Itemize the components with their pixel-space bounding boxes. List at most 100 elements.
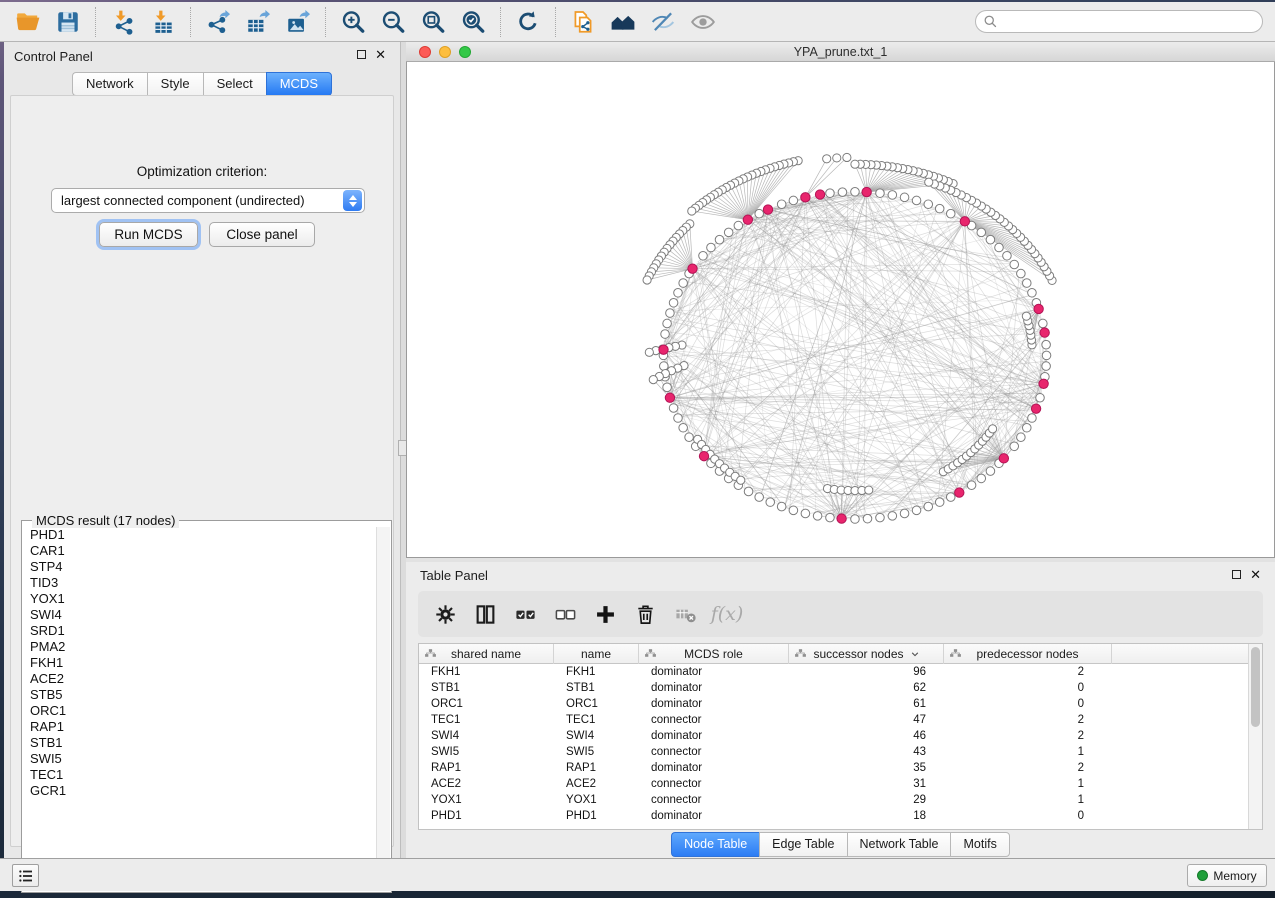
cell: 0 bbox=[944, 696, 1084, 712]
cell: dominator bbox=[651, 680, 787, 696]
mcds-result-item[interactable]: PHD1 bbox=[23, 527, 376, 543]
memory-button[interactable]: Memory bbox=[1187, 864, 1267, 887]
table-row-SWI5[interactable]: SWI5SWI5connector431 bbox=[419, 744, 1249, 760]
tab-style[interactable]: Style bbox=[147, 72, 203, 96]
network-window: YPA_prune.txt_1 bbox=[406, 42, 1275, 558]
show-all-button[interactable] bbox=[683, 6, 723, 38]
mcds-result-item[interactable]: SWI4 bbox=[23, 607, 376, 623]
mcds-result-item[interactable]: ACE2 bbox=[23, 671, 376, 687]
mcds-result-item[interactable]: SWI5 bbox=[23, 751, 376, 767]
open-session-button[interactable] bbox=[8, 6, 48, 38]
network-titlebar[interactable]: YPA_prune.txt_1 bbox=[406, 42, 1275, 62]
table-row-PHD1[interactable]: PHD1PHD1dominator180 bbox=[419, 808, 1249, 824]
mcds-result-item[interactable]: TID3 bbox=[23, 575, 376, 591]
column-header-name[interactable]: name bbox=[554, 644, 639, 664]
export-network-button[interactable] bbox=[198, 6, 238, 38]
zoom-out-button[interactable] bbox=[373, 6, 413, 38]
table-scrollbar-thumb[interactable] bbox=[1251, 647, 1260, 727]
mcds-result-item[interactable]: RAP1 bbox=[23, 719, 376, 735]
import-network-from-file-button[interactable] bbox=[103, 6, 143, 38]
tab-select[interactable]: Select bbox=[203, 72, 266, 96]
cell: RAP1 bbox=[431, 760, 552, 776]
cell: connector bbox=[651, 792, 787, 808]
mcds-result-item[interactable]: STP4 bbox=[23, 559, 376, 575]
toolbar-separator bbox=[555, 7, 556, 37]
toolbar-separator bbox=[500, 7, 501, 37]
hide-selected-button[interactable] bbox=[643, 6, 683, 38]
export-table-button[interactable] bbox=[238, 6, 278, 38]
cell: SWI5 bbox=[431, 744, 552, 760]
close-table-panel-icon[interactable]: ✕ bbox=[1250, 570, 1261, 579]
export-image-button[interactable] bbox=[278, 6, 318, 38]
mcds-result-item[interactable]: FKH1 bbox=[23, 655, 376, 671]
table-row-ORC1[interactable]: ORC1ORC1dominator610 bbox=[419, 696, 1249, 712]
mcds-list-scrollbar[interactable] bbox=[376, 527, 390, 891]
table-scrollbar[interactable] bbox=[1248, 644, 1262, 829]
close-panel-button[interactable]: Close panel bbox=[209, 222, 315, 247]
select-all-checkboxes-button[interactable] bbox=[508, 597, 542, 631]
update-network-button[interactable] bbox=[508, 6, 548, 38]
unselect-all-checkboxes-icon bbox=[554, 603, 577, 626]
mcds-result-item[interactable]: STB5 bbox=[23, 687, 376, 703]
run-mcds-button[interactable]: Run MCDS bbox=[99, 222, 198, 247]
mcds-tab-content: Optimization criterion: largest connecte… bbox=[10, 95, 394, 847]
column-header-shared-name[interactable]: shared name bbox=[419, 644, 554, 664]
tab-network[interactable]: Network bbox=[72, 72, 147, 96]
add-column-button[interactable] bbox=[588, 597, 622, 631]
mcds-result-item[interactable]: STB1 bbox=[23, 735, 376, 751]
float-panel-icon[interactable] bbox=[357, 50, 366, 59]
cell: 1 bbox=[944, 744, 1084, 760]
cell: TEC1 bbox=[566, 712, 637, 728]
tab-node-table[interactable]: Node Table bbox=[671, 832, 759, 857]
tab-motifs[interactable]: Motifs bbox=[950, 832, 1009, 857]
zoom-in-button[interactable] bbox=[333, 6, 373, 38]
mcds-result-title: MCDS result (17 nodes) bbox=[32, 513, 179, 528]
mcds-result-item[interactable]: PMA2 bbox=[23, 639, 376, 655]
share-network-document-icon bbox=[570, 9, 596, 35]
tab-edge-table[interactable]: Edge Table bbox=[759, 832, 846, 857]
table-row-STB1[interactable]: STB1STB1dominator620 bbox=[419, 680, 1249, 696]
share-network-document-button[interactable] bbox=[563, 6, 603, 38]
mcds-result-item[interactable]: SRD1 bbox=[23, 623, 376, 639]
mcds-result-item[interactable]: TEC1 bbox=[23, 767, 376, 783]
delete-selected-button[interactable] bbox=[628, 597, 662, 631]
mcds-result-item[interactable]: GCR1 bbox=[23, 783, 376, 799]
close-panel-icon[interactable]: ✕ bbox=[375, 50, 386, 59]
tab-mcds[interactable]: MCDS bbox=[266, 72, 332, 96]
search-input[interactable] bbox=[975, 10, 1263, 33]
task-history-button[interactable] bbox=[12, 864, 39, 887]
network-home-button[interactable] bbox=[603, 6, 643, 38]
save-session-button[interactable] bbox=[48, 6, 88, 38]
table-panel: Table Panel ✕ f(x) shared namenameMCDS r… bbox=[406, 562, 1275, 858]
cell: ACE2 bbox=[431, 776, 552, 792]
toolbar-buttons bbox=[8, 6, 723, 38]
zoom-out-icon bbox=[380, 9, 406, 35]
table-toolbar: f(x) bbox=[418, 591, 1263, 637]
zoom-selected-region-button[interactable] bbox=[453, 6, 493, 38]
table-row-FKH1[interactable]: FKH1FKH1dominator962 bbox=[419, 664, 1249, 680]
cell: FKH1 bbox=[431, 664, 552, 680]
table-row-YOX1[interactable]: YOX1YOX1connector291 bbox=[419, 792, 1249, 808]
mcds-result-item[interactable]: CAR1 bbox=[23, 543, 376, 559]
show-columns-button[interactable] bbox=[468, 597, 502, 631]
network-canvas[interactable] bbox=[406, 62, 1275, 558]
table-row-RAP1[interactable]: RAP1RAP1dominator352 bbox=[419, 760, 1249, 776]
close-window-icon[interactable] bbox=[419, 46, 431, 58]
column-header-successor-nodes[interactable]: successor nodes bbox=[789, 644, 944, 664]
table-row-SWI4[interactable]: SWI4SWI4dominator462 bbox=[419, 728, 1249, 744]
zoom-fit-content-button[interactable] bbox=[413, 6, 453, 38]
column-header-MCDS-role[interactable]: MCDS role bbox=[639, 644, 789, 664]
table-settings-button[interactable] bbox=[428, 597, 462, 631]
mcds-result-item[interactable]: ORC1 bbox=[23, 703, 376, 719]
criterion-select[interactable]: largest connected component (undirected) bbox=[51, 188, 365, 213]
maximize-window-icon[interactable] bbox=[459, 46, 471, 58]
column-header-predecessor-nodes[interactable]: predecessor nodes bbox=[944, 644, 1112, 664]
tab-network-table[interactable]: Network Table bbox=[847, 832, 951, 857]
mcds-result-item[interactable]: YOX1 bbox=[23, 591, 376, 607]
table-row-ACE2[interactable]: ACE2ACE2connector311 bbox=[419, 776, 1249, 792]
import-table-from-file-button[interactable] bbox=[143, 6, 183, 38]
unselect-all-checkboxes-button[interactable] bbox=[548, 597, 582, 631]
float-table-panel-icon[interactable] bbox=[1232, 570, 1241, 579]
minimize-window-icon[interactable] bbox=[439, 46, 451, 58]
table-row-TEC1[interactable]: TEC1TEC1connector472 bbox=[419, 712, 1249, 728]
